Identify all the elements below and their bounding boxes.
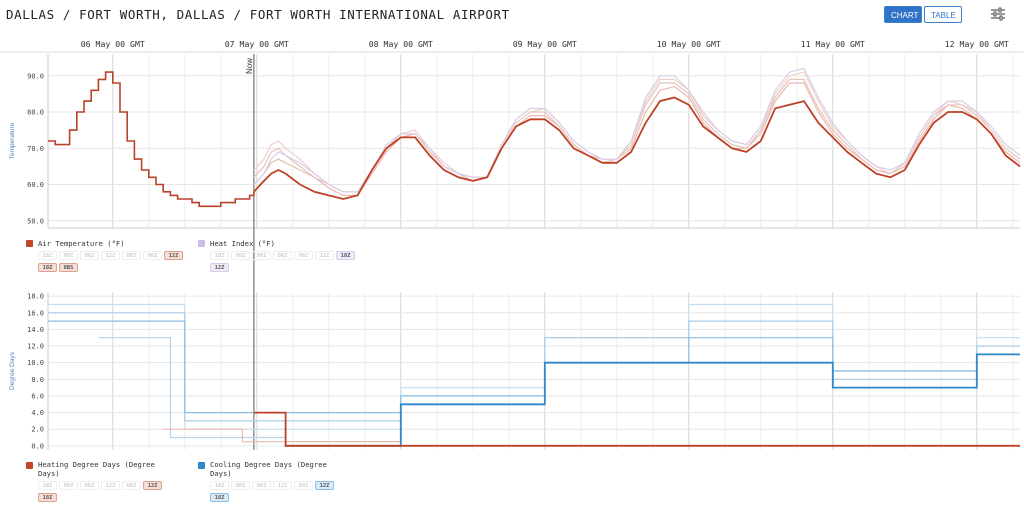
run-chip[interactable]: 18Z: [38, 493, 57, 502]
degree-days-ensemble-line: [48, 320, 1020, 414]
run-chip[interactable]: 06Z: [80, 251, 99, 260]
run-chip[interactable]: 00Z: [231, 481, 250, 490]
run-chip[interactable]: 06Z: [273, 251, 292, 260]
dd-y-tick-label: 18.0: [27, 293, 44, 301]
run-chip[interactable]: 18Z: [210, 493, 229, 502]
dd-y-tick-label: 2.0: [31, 426, 44, 434]
sliders-icon[interactable]: [990, 7, 1006, 21]
run-chip[interactable]: 18Z: [336, 251, 355, 260]
dd-y-tick-label: 0.0: [31, 442, 44, 450]
temp-y-tick-label: 80.0: [27, 109, 44, 117]
table-view-button[interactable]: TABLE: [924, 6, 962, 23]
run-chip[interactable]: 12Z: [315, 481, 334, 490]
heating-dd-label: Heating Degree Days (Degree Days): [38, 460, 155, 478]
heating-dd-swatch[interactable]: [26, 462, 33, 469]
dd-y-tick-label: 4.0: [31, 409, 44, 417]
run-chip[interactable]: 00Z: [252, 481, 271, 490]
x-day-label: 12 May 00 GMT: [945, 39, 1009, 49]
page-title: DALLAS / FORT WORTH, DALLAS / FORT WORTH…: [6, 7, 510, 22]
x-day-label: 08 May 00 GMT: [369, 39, 433, 49]
run-chip[interactable]: 12Z: [273, 481, 292, 490]
legend-air-temperature: Air Temperature (°F) 18Z 00Z 06Z 12Z 00Z 06Z 1…: [26, 238, 196, 278]
air-temp-swatch[interactable]: [26, 240, 33, 247]
temp-y-tick-label: 60.0: [27, 181, 44, 189]
run-chip[interactable]: 12Z: [101, 481, 120, 490]
heat-index-label: Heat Index (°F): [210, 239, 275, 248]
run-chip[interactable]: 12Z: [143, 481, 162, 490]
cooling-dd-swatch[interactable]: [198, 462, 205, 469]
legend-heat-index: Heat Index (°F) 18Z 00Z 00Z 06Z 00Z 12Z 18Z 12Z: [198, 238, 358, 278]
run-chip[interactable]: 00Z: [59, 481, 78, 490]
temp-y-tick-label: 90.0: [27, 72, 44, 80]
air-temp-observed-line: [48, 71, 255, 208]
run-chip[interactable]: 06Z: [80, 481, 99, 490]
legend-cooling-degree-days: Cooling Degree Days (Degree Days) 18Z 00Z…: [198, 460, 358, 506]
now-label: Now: [245, 58, 254, 74]
run-chip[interactable]: 00Z: [294, 481, 313, 490]
heat-index-swatch[interactable]: [198, 240, 205, 247]
dd-y-tick-label: 14.0: [27, 326, 44, 334]
run-chip[interactable]: 18Z: [210, 481, 229, 490]
legend-heating-degree-days: Heating Degree Days (Degree Days) 18Z 00Z…: [26, 460, 196, 506]
x-day-label: 07 May 00 GMT: [225, 39, 289, 49]
air-temp-label: Air Temperature (°F): [38, 239, 125, 248]
chart-view-button[interactable]: CHART: [884, 6, 922, 23]
run-chip[interactable]: 12Z: [164, 251, 183, 260]
run-chip[interactable]: 00Z: [294, 251, 313, 260]
run-chip[interactable]: 06Z: [143, 251, 162, 260]
run-chip[interactable]: 00Z: [59, 251, 78, 260]
degree-days-ensemble-line: [48, 303, 1020, 430]
run-chip[interactable]: 12Z: [210, 263, 229, 272]
run-chip[interactable]: 00Z: [122, 481, 141, 490]
x-day-label: 06 May 00 GMT: [81, 39, 145, 49]
cooling-dd-label: Cooling Degree Days (Degree Days): [210, 460, 327, 478]
dd-y-tick-label: 12.0: [27, 343, 44, 351]
run-chip[interactable]: 00Z: [231, 251, 250, 260]
run-chip[interactable]: 18Z: [38, 251, 57, 260]
temp-y-tick-label: 70.0: [27, 145, 44, 153]
dd-y-tick-label: 10.0: [27, 359, 44, 367]
x-day-label: 11 May 00 GMT: [801, 39, 865, 49]
header-bar: DALLAS / FORT WORTH, DALLAS / FORT WORTH…: [0, 0, 1024, 30]
run-chip[interactable]: 18Z: [38, 481, 57, 490]
temp-y-axis-label: Temperature: [9, 122, 16, 159]
degree-days-ensemble-line: [98, 337, 401, 443]
run-chip[interactable]: OBS: [59, 263, 78, 272]
x-day-label: 09 May 00 GMT: [513, 39, 577, 49]
run-chip[interactable]: 00Z: [122, 251, 141, 260]
run-chip[interactable]: 12Z: [101, 251, 120, 260]
run-chip[interactable]: 18Z: [38, 263, 57, 272]
temp-y-tick-label: 50.0: [27, 217, 44, 225]
run-chip[interactable]: 12Z: [315, 251, 334, 260]
dd-y-tick-label: 6.0: [31, 392, 44, 400]
run-chip[interactable]: 00Z: [252, 251, 271, 260]
dd-y-axis-label: Degree Days: [9, 351, 16, 390]
dd-y-tick-label: 8.0: [31, 376, 44, 384]
x-day-label: 10 May 00 GMT: [657, 39, 721, 49]
run-chip[interactable]: 18Z: [210, 251, 229, 260]
dd-y-tick-label: 16.0: [27, 309, 44, 317]
